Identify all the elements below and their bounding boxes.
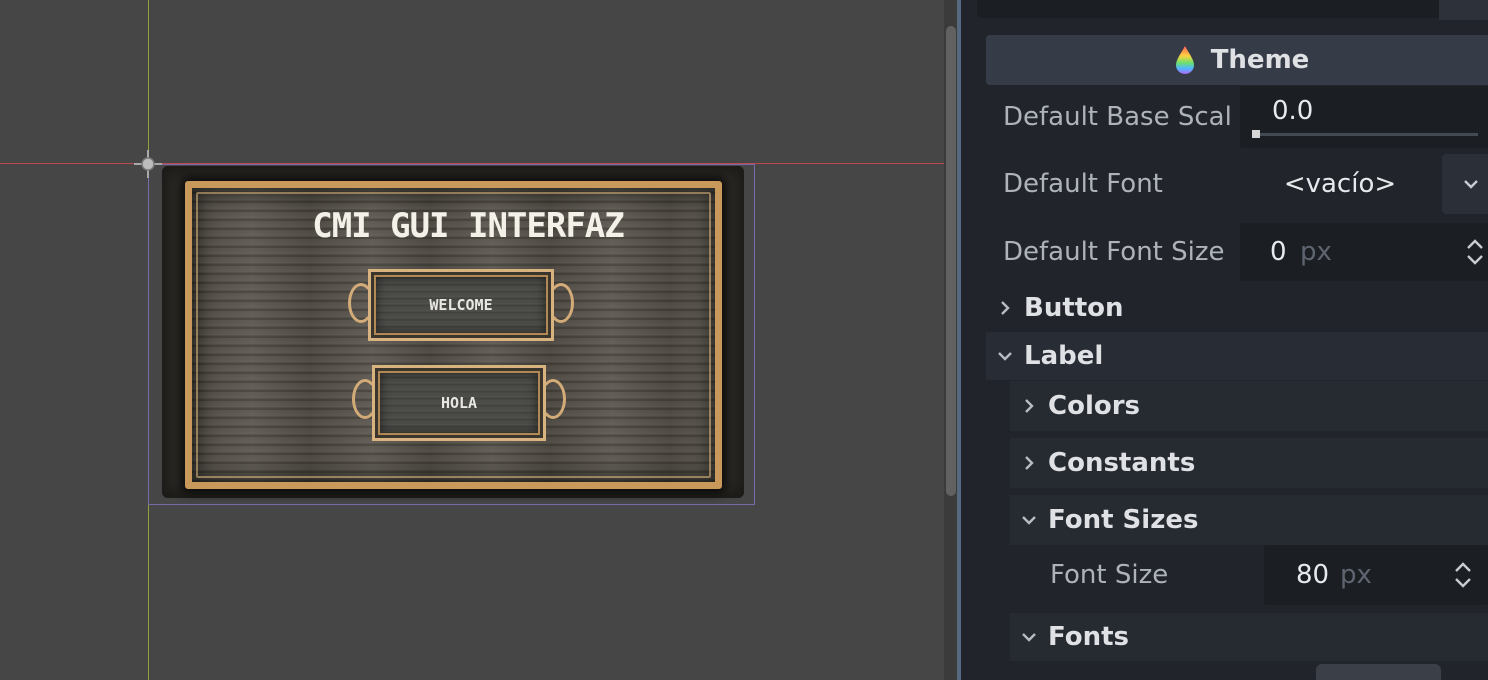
default-font-size-row: Default Font Size 0 px: [986, 223, 1488, 281]
inspector-top-field[interactable]: [977, 0, 1447, 18]
inspector-top-button[interactable]: [1439, 0, 1488, 20]
hola-button-label: HOLA: [440, 394, 478, 412]
section-fonts[interactable]: Fonts: [1010, 613, 1488, 661]
editor-viewport[interactable]: CMI GUI INTERFAZ WELCOME HOLA: [0, 0, 944, 680]
section-colors-label: Colors: [1048, 391, 1141, 421]
section-button-label: Button: [1024, 293, 1124, 323]
chevron-right-icon: [1025, 399, 1034, 413]
default-font-size-label: Default Font Size: [1003, 237, 1225, 267]
font-picker-button[interactable]: [1316, 664, 1441, 680]
slider-track[interactable]: [1254, 133, 1478, 136]
chevron-right-icon: [1025, 456, 1034, 470]
font-size-unit: px: [1340, 560, 1372, 590]
gui-title-label[interactable]: CMI GUI INTERFAZ: [185, 206, 751, 246]
default-font-size-value: 0: [1270, 237, 1287, 267]
default-font-value[interactable]: <vacío>: [1240, 169, 1440, 199]
chevron-down-icon: [998, 352, 1012, 361]
chevron-down-icon: [1022, 516, 1036, 525]
font-size-label: Font Size: [1050, 560, 1169, 590]
default-font-picker[interactable]: <vacío>: [1240, 152, 1488, 216]
spin-arrows-icon[interactable]: [1464, 237, 1486, 267]
viewport-scrollbar-thumb[interactable]: [946, 26, 956, 496]
section-font-sizes[interactable]: Font Sizes: [1010, 495, 1488, 545]
default-font-size-spinbox[interactable]: 0 px: [1240, 223, 1488, 281]
section-button[interactable]: Button: [986, 284, 1488, 332]
section-fonts-label: Fonts: [1048, 622, 1129, 652]
chevron-down-icon: [1022, 633, 1036, 642]
default-base-scale-label: Default Base Scal: [1003, 102, 1232, 132]
spin-arrows-icon[interactable]: [1452, 560, 1474, 590]
font-size-spinbox[interactable]: 80 px: [1264, 545, 1488, 605]
font-size-value: 80: [1296, 560, 1330, 590]
slider-grabber[interactable]: [1252, 130, 1260, 138]
hola-button[interactable]: HOLA: [352, 365, 566, 441]
section-label[interactable]: Label: [986, 332, 1488, 380]
section-constants-label: Constants: [1048, 448, 1196, 478]
default-base-scale-value: 0.0: [1272, 96, 1314, 126]
section-font-sizes-label: Font Sizes: [1048, 505, 1199, 535]
theme-header-label: Theme: [1210, 45, 1310, 75]
chevron-right-icon: [1001, 301, 1010, 315]
welcome-button-label: WELCOME: [429, 296, 493, 314]
default-base-scale-row: Default Base Scal 0.0: [986, 86, 1488, 148]
section-label-label: Label: [1024, 341, 1104, 371]
default-font-dropdown-button[interactable]: [1442, 154, 1488, 214]
default-font-size-unit: px: [1300, 237, 1332, 267]
default-base-scale-slider[interactable]: 0.0: [1240, 86, 1488, 148]
chevron-down-icon: [1464, 180, 1478, 189]
section-constants[interactable]: Constants: [1010, 438, 1488, 488]
font-size-row: Font Size 80 px: [1010, 545, 1488, 605]
section-colors[interactable]: Colors: [1010, 381, 1488, 431]
default-font-label: Default Font: [1003, 169, 1163, 199]
default-font-row: Default Font <vacío>: [986, 152, 1488, 216]
pivot-crosshair-icon[interactable]: [134, 150, 162, 178]
theme-resource-header[interactable]: Theme: [986, 35, 1488, 85]
welcome-button[interactable]: WELCOME: [348, 269, 574, 341]
theme-drop-icon: [1175, 46, 1194, 74]
